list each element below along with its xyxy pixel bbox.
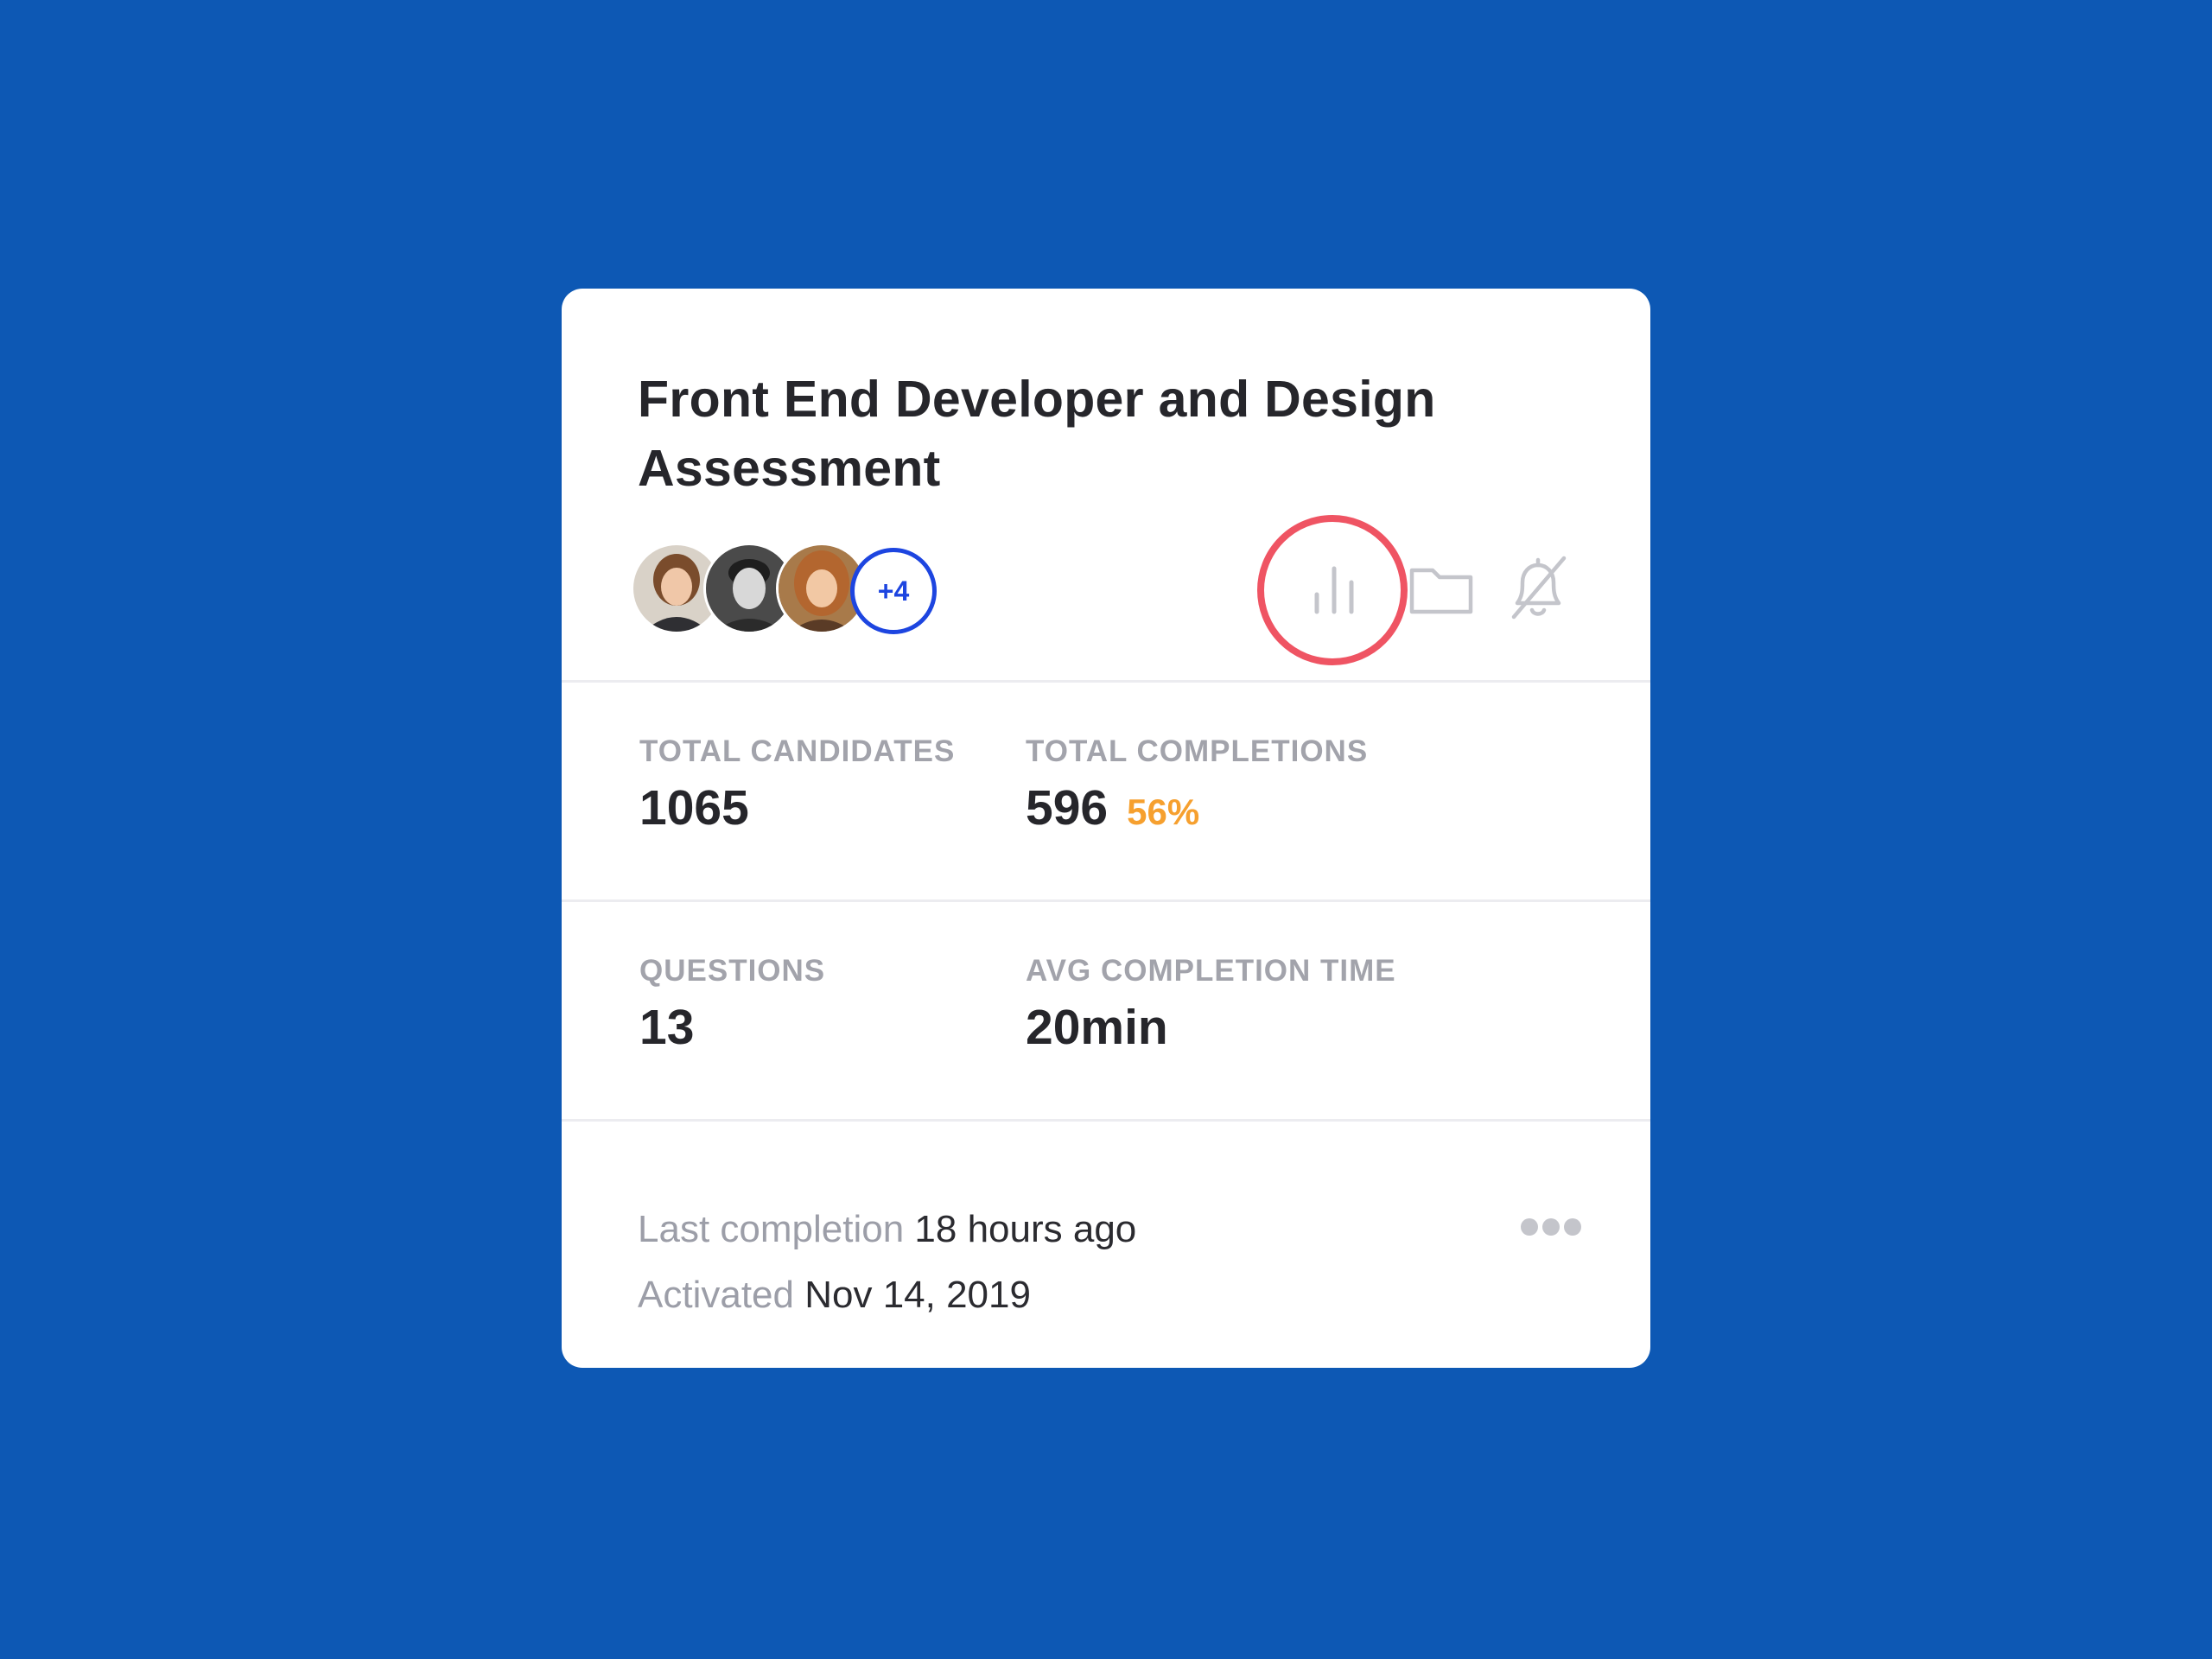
dot-icon	[1521, 1218, 1538, 1236]
last-completion-line: Last completion 18 hours ago	[638, 1208, 1136, 1251]
stats-row-candidates-completions: TOTAL CANDIDATES 1065 TOTAL COMPLETIONS …	[562, 683, 1650, 902]
stat-value: 1065	[639, 780, 749, 836]
stats-row-questions-time: QUESTIONS 13 AVG COMPLETION TIME 20min	[562, 902, 1650, 1122]
assessment-card: Front End Developer and Design Assessmen…	[562, 289, 1650, 1368]
last-completion-value: 18 hours ago	[914, 1208, 1137, 1250]
assessment-title[interactable]: Front End Developer and Design Assessmen…	[638, 365, 1502, 503]
completion-percent: 56%	[1127, 791, 1200, 832]
stat-value: 20min	[1026, 1000, 1168, 1055]
folder-icon[interactable]	[1408, 563, 1474, 615]
stat-label: TOTAL CANDIDATES	[639, 734, 956, 768]
dot-icon	[1564, 1218, 1581, 1236]
activated-label: Activated	[638, 1274, 794, 1316]
last-completion-label: Last completion	[638, 1208, 905, 1250]
more-options-button[interactable]	[1521, 1218, 1581, 1237]
stat-label: QUESTIONS	[639, 954, 826, 988]
more-members-badge[interactable]: +4	[850, 548, 937, 634]
card-footer: Last completion 18 hours ago Activated N…	[562, 1122, 1650, 1368]
dot-icon	[1542, 1218, 1560, 1236]
card-header: Front End Developer and Design Assessmen…	[562, 289, 1650, 683]
bar-chart-icon[interactable]	[1301, 556, 1367, 622]
bell-off-icon[interactable]	[1503, 553, 1573, 624]
stat-value: 13	[639, 1000, 695, 1055]
stat-value: 596	[1026, 780, 1109, 836]
activated-value: Nov 14, 2019	[804, 1274, 1031, 1316]
stat-label: AVG COMPLETION TIME	[1026, 954, 1396, 988]
stat-label: TOTAL COMPLETIONS	[1026, 734, 1369, 768]
stat-value-row: 596 56%	[1026, 779, 1199, 836]
activated-line: Activated Nov 14, 2019	[638, 1274, 1031, 1317]
